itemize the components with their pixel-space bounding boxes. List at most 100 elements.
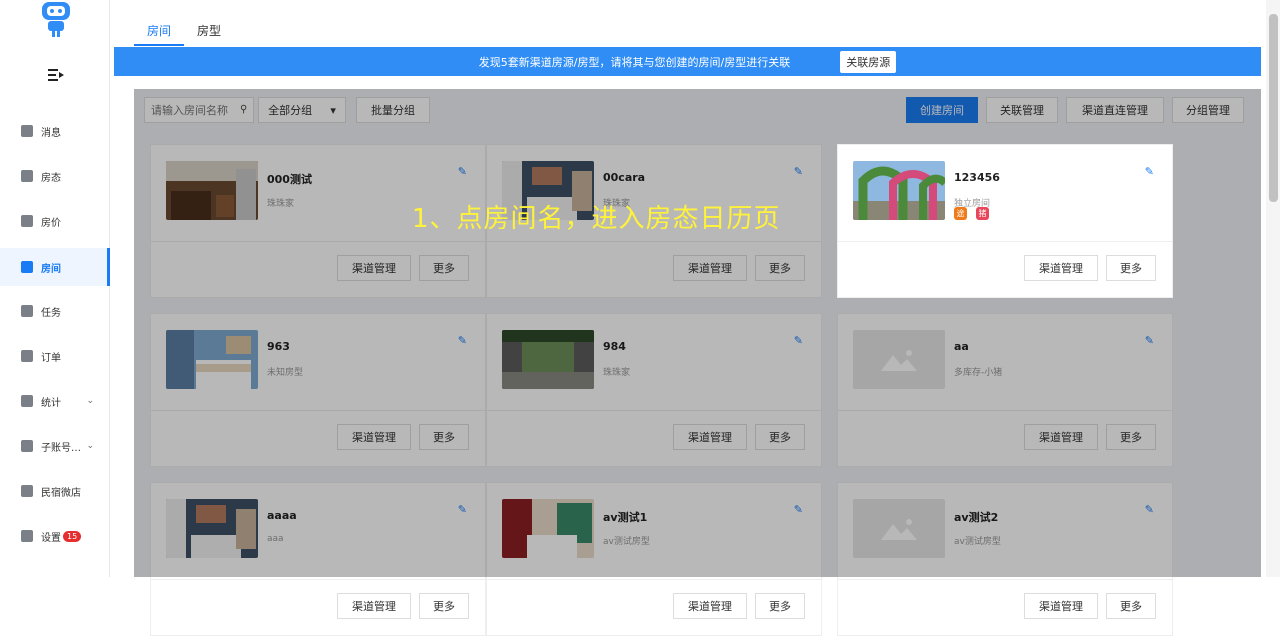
sidebar-item-label: 房价 (41, 217, 61, 229)
channel-manage-button[interactable]: 渠道管理 (673, 593, 747, 619)
group-select[interactable]: 全部分组 ▾ (258, 97, 346, 123)
room-name-link[interactable]: av测试1 (603, 509, 647, 525)
more-button[interactable]: 更多 (1106, 424, 1156, 450)
room-card: av测试2 av测试房型 ✎ 渠道管理 更多 (837, 482, 1173, 636)
room-thumbnail[interactable] (502, 499, 594, 558)
room-name-link[interactable]: 000测试 (267, 171, 312, 187)
edit-pencil-icon[interactable]: ✎ (458, 165, 467, 178)
chevron-down-icon: ⌄ (86, 396, 94, 406)
channel-0-icon: 途 (954, 207, 967, 220)
room-card: aaaa aaa ✎ 渠道管理 更多 (150, 482, 486, 636)
more-button[interactable]: 更多 (1106, 255, 1156, 281)
room-thumbnail[interactable] (166, 161, 258, 220)
more-button[interactable]: 更多 (419, 255, 469, 281)
home-icon (21, 261, 33, 273)
room-thumbnail[interactable] (853, 330, 945, 389)
room-thumbnail[interactable] (853, 499, 945, 558)
scrollbar-thumb[interactable] (1269, 14, 1278, 202)
sidebar-item-9[interactable]: 设置 15 (0, 517, 110, 555)
more-button[interactable]: 更多 (419, 593, 469, 619)
channel-manage-button[interactable]: 渠道管理 (337, 424, 411, 450)
edit-pencil-icon[interactable]: ✎ (1145, 165, 1154, 178)
scrollbar[interactable] (1266, 0, 1280, 577)
edit-pencil-icon[interactable]: ✎ (458, 503, 467, 516)
channel-1-icon: 猪 (976, 207, 989, 220)
sidebar-item-3[interactable]: 房间 (0, 248, 110, 286)
sidebar-item-label: 消息 (41, 127, 61, 139)
channel-manage-button[interactable]: 渠道管理 (337, 255, 411, 281)
create-room-button[interactable]: 创建房间 (906, 97, 978, 123)
link-listings-button[interactable]: 关联房源 (840, 50, 897, 73)
tab-rooms[interactable]: 房间 (134, 14, 185, 46)
room-thumbnail[interactable] (853, 161, 945, 220)
caret-down-icon: ▾ (330, 103, 336, 117)
edit-pencil-icon[interactable]: ✎ (794, 165, 803, 178)
room-card: aa 多库存-小猪 ✎ 渠道管理 更多 (837, 313, 1173, 467)
tutorial-annotation: 1、点房间名，进入房态日历页 (412, 204, 781, 234)
card-divider (838, 579, 1172, 580)
room-card: 984 珠珠家 ✎ 渠道管理 更多 (486, 313, 822, 467)
more-button[interactable]: 更多 (755, 255, 805, 281)
banner-text: 发现5套新渠道房源/房型，请将其与您创建的房间/房型进行关联 (478, 55, 791, 69)
sidebar-item-5[interactable]: 订单 (0, 337, 110, 375)
edit-pencil-icon[interactable]: ✎ (794, 503, 803, 516)
sidebar-item-label: 民宿微店 (41, 487, 81, 499)
edit-pencil-icon[interactable]: ✎ (458, 334, 467, 347)
menu-collapse-icon[interactable] (46, 66, 66, 84)
channel-manage-button[interactable]: 渠道管理 (673, 255, 747, 281)
card-divider (838, 410, 1172, 411)
channel-direct-button[interactable]: 渠道直连管理 (1066, 97, 1164, 123)
room-name-link[interactable]: 984 (603, 340, 626, 353)
sidebar-item-label: 房态 (41, 172, 61, 184)
order-icon (21, 350, 33, 362)
room-name-link[interactable]: aa (954, 340, 969, 353)
notice-banner: 发现5套新渠道房源/房型，请将其与您创建的房间/房型进行关联 关联房源 (114, 47, 1261, 76)
channel-manage-button[interactable]: 渠道管理 (1024, 593, 1098, 619)
room-thumbnail[interactable] (166, 330, 258, 389)
room-thumbnail[interactable] (502, 330, 594, 389)
edit-pencil-icon[interactable]: ✎ (1145, 503, 1154, 516)
channel-manage-button[interactable]: 渠道管理 (1024, 424, 1098, 450)
edit-pencil-icon[interactable]: ✎ (1145, 334, 1154, 347)
search-input[interactable] (144, 97, 254, 123)
group-manage-button[interactable]: 分组管理 (1172, 97, 1244, 123)
robot-logo-icon (42, 2, 70, 37)
channel-manage-button[interactable]: 渠道管理 (337, 593, 411, 619)
toolbar: ⚲ 全部分组 ▾ 批量分组 创建房间 关联管理 渠道直连管理 分组管理 (144, 97, 1244, 125)
room-card: 963 未知房型 ✎ 渠道管理 更多 (150, 313, 486, 467)
message-icon (21, 125, 33, 137)
more-button[interactable]: 更多 (755, 593, 805, 619)
more-button[interactable]: 更多 (1106, 593, 1156, 619)
room-name-link[interactable]: av测试2 (954, 509, 998, 525)
tab-room-types[interactable]: 房型 (184, 14, 234, 46)
room-type-label: 珠珠家 (603, 368, 631, 378)
notification-badge: 15 (63, 530, 82, 542)
edit-pencil-icon[interactable]: ✎ (794, 334, 803, 347)
room-type-label: av测试房型 (603, 537, 650, 547)
room-name-link[interactable]: aaaa (267, 509, 297, 522)
more-button[interactable]: 更多 (755, 424, 805, 450)
room-name-link[interactable]: 963 (267, 340, 290, 353)
price-icon (21, 215, 33, 227)
card-divider (487, 579, 821, 580)
sidebar-item-2[interactable]: 房价 (0, 202, 110, 240)
more-button[interactable]: 更多 (419, 424, 469, 450)
sidebar-item-8[interactable]: 民宿微店 (0, 472, 110, 510)
search-icon[interactable]: ⚲ (240, 104, 247, 115)
channel-manage-button[interactable]: 渠道管理 (673, 424, 747, 450)
batch-group-button[interactable]: 批量分组 (356, 97, 430, 123)
sidebar-item-7[interactable]: 子账号… ⌄ (0, 427, 110, 465)
channel-manage-button[interactable]: 渠道管理 (1024, 255, 1098, 281)
room-type-label: 未知房型 (267, 368, 304, 378)
settings-icon (21, 530, 33, 542)
room-name-link[interactable]: 123456 (954, 171, 1000, 184)
sidebar-item-1[interactable]: 房态 (0, 157, 110, 195)
sidebar-item-label: 房间 (41, 263, 61, 275)
room-name-link[interactable]: 00cara (603, 171, 645, 184)
card-divider (151, 579, 485, 580)
sidebar-item-0[interactable]: 消息 (0, 112, 110, 150)
link-manage-button[interactable]: 关联管理 (986, 97, 1058, 123)
room-thumbnail[interactable] (166, 499, 258, 558)
sidebar-item-4[interactable]: 任务 (0, 292, 110, 330)
sidebar-item-6[interactable]: 统计 ⌄ (0, 382, 110, 420)
